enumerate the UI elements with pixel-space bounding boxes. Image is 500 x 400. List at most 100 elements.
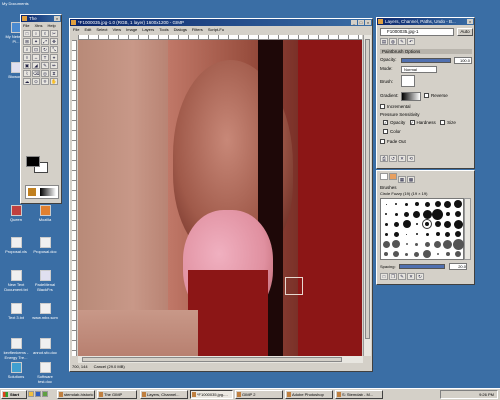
brush-swatch[interactable] <box>404 211 410 217</box>
brush-swatch[interactable] <box>423 250 432 258</box>
menu-edit[interactable]: Edit <box>84 27 91 32</box>
brush-scrollbar[interactable] <box>464 198 471 260</box>
desktop-icon-txt1[interactable]: New Text Document.txt <box>2 270 30 292</box>
menu-scriptfu[interactable]: Script-Fu <box>208 27 224 32</box>
tool-10-icon[interactable]: ↻ <box>41 46 49 53</box>
incremental-checkbox[interactable] <box>380 104 385 110</box>
reverse-checkbox[interactable] <box>424 93 429 99</box>
brush-swatch[interactable] <box>415 242 419 246</box>
menu-tools[interactable]: Tools <box>159 27 168 32</box>
tool-21-icon[interactable]: ⌫ <box>32 70 40 77</box>
taskbar-item[interactable]: S: Stemdab - M... <box>335 390 383 399</box>
tool-15-icon[interactable]: ⌖ <box>50 54 58 61</box>
brush-swatch[interactable] <box>405 252 409 256</box>
brush-swatch[interactable] <box>455 211 462 217</box>
desktop-icon[interactable] <box>42 391 48 397</box>
brush-swatch[interactable] <box>405 243 408 245</box>
duplicate-brush-icon[interactable]: ❐ <box>389 273 397 280</box>
brush-swatch[interactable] <box>384 252 388 256</box>
brush-swatch[interactable] <box>443 239 453 249</box>
brush-swatch[interactable] <box>393 251 400 257</box>
tool-4-icon[interactable]: ⊞ <box>23 38 31 45</box>
reset-options-icon[interactable]: ⟲ <box>407 155 415 162</box>
tool-8-icon[interactable]: ⌕ <box>23 46 31 53</box>
brush-swatch[interactable] <box>424 201 430 207</box>
delete-brush-icon[interactable]: ✕ <box>407 273 415 280</box>
tool-2-icon[interactable]: ℓ <box>41 30 49 37</box>
brush-swatch[interactable] <box>432 208 443 220</box>
brush-preview[interactable] <box>401 75 415 87</box>
edit-brush-icon[interactable]: ✎ <box>398 273 406 280</box>
brush-swatch[interactable] <box>402 220 411 228</box>
brush-swatch[interactable] <box>422 209 432 219</box>
minimize-icon[interactable]: _ <box>351 20 357 25</box>
swatch-white[interactable] <box>380 173 388 180</box>
close-icon[interactable]: × <box>467 19 473 24</box>
menu-xtns[interactable]: Xtns <box>34 23 42 28</box>
restore-options-icon[interactable]: ↺ <box>389 155 397 162</box>
brush-swatch[interactable] <box>394 212 398 216</box>
tool-13-icon[interactable]: ↔ <box>32 54 40 61</box>
taskbar-item[interactable]: Layers, Channel... <box>140 390 188 399</box>
brush-swatch[interactable] <box>422 219 433 229</box>
brush-swatch[interactable] <box>455 231 462 237</box>
start-button[interactable]: Start <box>1 390 27 399</box>
brush-swatch[interactable] <box>414 251 420 257</box>
desktop-icon-kev[interactable]: kevflenkems - Energy Tre... <box>2 338 30 360</box>
taskbar-item[interactable]: The GIMP <box>97 390 137 399</box>
tool-7-icon[interactable]: ✥ <box>50 38 58 45</box>
tool-12-icon[interactable]: ◊ <box>23 54 31 61</box>
tool-20-icon[interactable]: ⌇ <box>23 70 31 77</box>
tool-9-icon[interactable]: ⊡ <box>32 46 40 53</box>
tool-3-icon[interactable]: ✂ <box>50 30 58 37</box>
brush-swatch[interactable] <box>395 203 398 205</box>
tool-22-icon[interactable]: ◎ <box>41 70 49 77</box>
fade-out-checkbox[interactable] <box>380 139 385 145</box>
brush-swatch[interactable] <box>434 240 441 248</box>
desktop-icon-moz[interactable]: Mozilla <box>31 205 59 222</box>
brush-swatch[interactable] <box>445 212 450 216</box>
desktop-icon-soft[interactable]: Software test.doc <box>31 362 59 384</box>
brush-swatch[interactable] <box>415 233 418 235</box>
taskbar-item[interactable]: *F1000035.jpg-... <box>190 390 233 399</box>
scrollbar-vertical[interactable] <box>363 35 371 356</box>
menu-dialogs[interactable]: Dialogs <box>174 27 187 32</box>
menu-view[interactable]: View <box>112 27 121 32</box>
menu-layers[interactable]: Layers <box>142 27 154 32</box>
brush-swatch[interactable] <box>385 203 387 205</box>
brush-swatch[interactable] <box>444 220 452 228</box>
tab-layers-icon[interactable]: ▤ <box>380 38 388 45</box>
desktop-icon-queen[interactable]: Queen <box>2 205 30 222</box>
color-swatches[interactable]: ▦ ▩ <box>380 173 472 183</box>
brush-grid[interactable] <box>380 198 464 260</box>
brush-swatch[interactable] <box>434 221 441 227</box>
brush-swatch[interactable] <box>444 200 452 208</box>
desktop-icon-xls1[interactable]: Proposal.xls <box>2 237 30 254</box>
brush-swatch[interactable] <box>445 231 451 237</box>
ie-icon[interactable] <box>35 391 41 397</box>
swatch-gradient-icon[interactable]: ▦ <box>398 176 406 183</box>
brush-swatch[interactable] <box>424 241 430 247</box>
image-titlebar[interactable]: *F1000035.jpg-1.0 (RGB, 1 layer) 1600x12… <box>70 19 372 26</box>
brush-swatch[interactable] <box>382 240 390 248</box>
image-select[interactable]: F1000035.jpg-1 <box>380 28 454 36</box>
brush-swatch[interactable] <box>413 210 421 218</box>
folder-icon[interactable] <box>28 391 34 397</box>
brush-swatch[interactable] <box>406 233 408 235</box>
tool-6-icon[interactable]: ⤢ <box>41 38 49 45</box>
menu-image[interactable]: Image <box>126 27 137 32</box>
brush-swatch[interactable] <box>415 223 418 225</box>
scrollbar-horizontal[interactable] <box>78 356 363 363</box>
tool-0-icon[interactable]: □ <box>23 30 31 37</box>
save-options-icon[interactable]: ⎙ <box>380 155 388 162</box>
pressure-hardness-checkbox[interactable]: ✓ <box>409 120 415 126</box>
fg-bg-color[interactable] <box>25 155 51 175</box>
taskbar-item[interactable]: stemdab-historic <box>57 390 95 399</box>
taskbar-item[interactable]: GIMP 2 <box>235 390 283 399</box>
pressure-opacity-checkbox[interactable]: ✓ <box>383 120 388 126</box>
opacity-value[interactable]: 100.0 <box>454 57 472 64</box>
tab-undo-icon[interactable]: ↶ <box>407 38 415 45</box>
brush-swatch[interactable] <box>405 202 409 206</box>
swatch-orange[interactable] <box>389 173 397 180</box>
tool-26-icon[interactable]: ⍟ <box>41 78 49 85</box>
